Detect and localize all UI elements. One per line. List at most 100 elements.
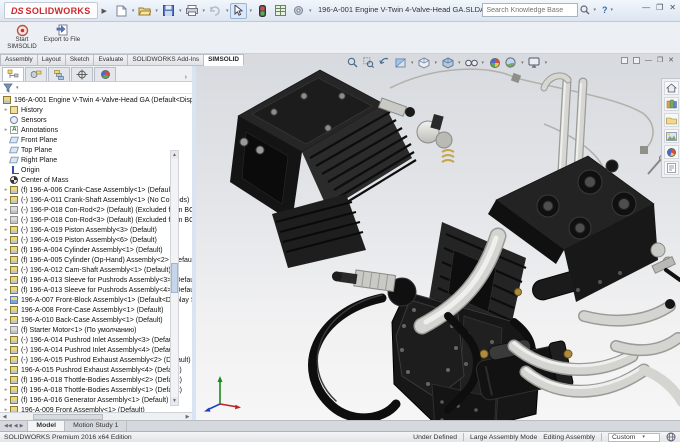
appearances-scenes-icon[interactable]	[663, 145, 679, 159]
expand-arrow-icon[interactable]: ▸	[2, 247, 10, 253]
featuremanager-tree-tab[interactable]	[2, 67, 24, 81]
panel-chevron-right-icon[interactable]: ›	[185, 74, 190, 81]
tree-item[interactable]: ▸ 196-A-015 Pushrod Exhaust Assembly<4> (…	[0, 365, 192, 375]
hscroll-thumb[interactable]	[33, 413, 103, 420]
tree-item[interactable]: ▸ (-) 196-A-015 Pushrod Exhaust Assembly<…	[0, 355, 192, 365]
expand-arrow-icon[interactable]: ▸	[2, 267, 10, 273]
tab-next-icon[interactable]: ▶	[20, 423, 24, 429]
scroll-right-icon[interactable]: ▶	[183, 414, 192, 420]
tree-item[interactable]: ▸ (f) 196-A-018 Thottle-Bodies Assembly<2…	[0, 375, 192, 385]
custom-dropdown[interactable]: Custom ▾	[608, 432, 660, 442]
display-style-icon[interactable]	[441, 56, 454, 69]
expand-arrow-icon[interactable]: ▸	[2, 307, 10, 313]
tab-layout[interactable]: Layout	[37, 54, 66, 66]
tab-solidworks-add-ins[interactable]: SOLIDWORKS Add-Ins	[128, 54, 205, 66]
tree-item[interactable]: Right Plane	[0, 155, 192, 165]
view-palette-icon[interactable]	[663, 129, 679, 143]
hide-show-items-icon[interactable]	[464, 56, 478, 69]
minimize-button[interactable]: —	[642, 4, 650, 12]
expand-arrow-icon[interactable]: ▸	[2, 297, 10, 303]
view-settings-icon[interactable]	[528, 56, 541, 69]
search-input[interactable]	[482, 3, 579, 17]
tree-item[interactable]: Sensors	[0, 115, 192, 125]
expand-arrow-icon[interactable]: ▸	[2, 207, 10, 213]
graphics-viewport[interactable]: ▾ ▾ ▾ ▾ ▾ ▾ — ❐ ✕	[196, 54, 680, 420]
options-gear-icon[interactable]	[290, 3, 307, 19]
dock-pane-2-icon[interactable]	[632, 56, 640, 64]
scene-caret-icon[interactable]: ▾	[521, 60, 524, 66]
tree-item[interactable]: ▸ (-) 196-A-011 Crank-Shaft Assembly<1> (…	[0, 195, 192, 205]
close-button[interactable]: ✕	[669, 4, 676, 12]
expand-arrow-icon[interactable]: ▸	[2, 237, 10, 243]
filter-funnel-icon[interactable]	[3, 83, 13, 93]
filter-caret-icon[interactable]: ▾	[16, 85, 19, 91]
tab-evaluate[interactable]: Evaluate	[94, 54, 129, 66]
configurationmanager-tab[interactable]	[48, 67, 70, 81]
tree-item[interactable]: ▸ (f) 196-A-006 Crank-Case Assembly<1> (D…	[0, 185, 192, 195]
zoom-to-area-icon[interactable]	[362, 56, 375, 69]
resources-home-icon[interactable]	[663, 81, 679, 95]
tree-item[interactable]: Front Plane	[0, 135, 192, 145]
new-document-icon[interactable]	[113, 3, 130, 19]
print-caret-icon[interactable]: ▾	[202, 8, 205, 14]
view-orientation-icon[interactable]	[418, 56, 431, 69]
zoom-to-fit-icon[interactable]	[346, 56, 359, 69]
expand-arrow-icon[interactable]: ▸	[2, 367, 10, 373]
menu-flyout-icon[interactable]: ▶	[102, 7, 107, 15]
expand-arrow-icon[interactable]: ▸	[2, 197, 10, 203]
doc-close-button[interactable]: ✕	[668, 56, 674, 64]
tree-item[interactable]: ▸ (-) 196-A-012 Cam-Shaft Assembly<1> (De…	[0, 265, 192, 275]
save-caret-icon[interactable]: ▾	[179, 8, 182, 14]
tree-item[interactable]: ▸ (-) 196-P-018 Con-Rod<3> (Default) (Exc…	[0, 215, 192, 225]
scroll-thumb[interactable]	[171, 263, 178, 293]
scroll-left-icon[interactable]: ◀	[0, 414, 9, 420]
tree-item[interactable]: ▸ (-) 196-A-014 Pushrod Inlet Assembly<4>…	[0, 345, 192, 355]
expand-arrow-icon[interactable]: ▸	[2, 387, 10, 393]
expand-arrow-icon[interactable]: ▸	[2, 187, 10, 193]
orientation-caret-icon[interactable]: ▾	[435, 60, 438, 66]
engine-model-3d[interactable]	[196, 54, 680, 420]
expand-arrow-icon[interactable]: ▸	[2, 107, 10, 113]
tree-item[interactable]: ▸ (f) 196-A-013 Sleeve for Pushrods Assem…	[0, 285, 192, 295]
tree-item[interactable]: ▸ History	[0, 105, 192, 115]
tree-item[interactable]: ▸ (f) 196-A-004 Cylinder Assembly<1> (Def…	[0, 245, 192, 255]
dimxpertmanager-tab[interactable]	[71, 67, 93, 81]
tab-prev-icon[interactable]: ◀	[14, 423, 18, 429]
hide-show-caret-icon[interactable]: ▾	[482, 60, 485, 66]
undo-caret-icon[interactable]: ▾	[226, 8, 229, 14]
undo-icon[interactable]	[207, 3, 224, 19]
dock-pane-1-icon[interactable]	[620, 56, 628, 64]
tab-model[interactable]: Model	[27, 421, 66, 431]
new-caret-icon[interactable]: ▾	[132, 8, 135, 14]
expand-arrow-icon[interactable]: ▸	[2, 277, 10, 283]
propertymanager-tab[interactable]	[25, 67, 47, 81]
restore-button[interactable]: ❐	[656, 4, 663, 12]
expand-arrow-icon[interactable]: ▸	[2, 287, 10, 293]
help-button[interactable]: ?	[602, 5, 608, 15]
tab-sketch[interactable]: Sketch	[65, 54, 95, 66]
tree-vertical-scrollbar[interactable]: ▲ ▼	[170, 150, 179, 406]
tree-item[interactable]: Origin	[0, 165, 192, 175]
search-icon[interactable]	[580, 5, 590, 15]
doc-restore-button[interactable]: ❐	[657, 56, 663, 64]
apply-scene-icon[interactable]	[504, 56, 517, 69]
tab-first-icon[interactable]: ◀◀	[4, 423, 12, 429]
expand-arrow-icon[interactable]: ▸	[2, 357, 10, 363]
tab-motion-study-1[interactable]: Motion Study 1	[65, 421, 128, 431]
tree-item[interactable]: Top Plane	[0, 145, 192, 155]
expand-arrow-icon[interactable]: ▸	[2, 317, 10, 323]
expand-arrow-icon[interactable]: ▸	[2, 377, 10, 383]
globe-icon[interactable]	[666, 432, 676, 442]
tree-item[interactable]: ▸ (f) 196-A-016 Generator Assembly<1> (De…	[0, 395, 192, 405]
expand-arrow-icon[interactable]: ▸	[2, 397, 10, 403]
tree-root-item[interactable]: 196-A-001 Engine V-Twin 4-Valve-Head GA …	[0, 95, 192, 105]
save-icon[interactable]	[160, 3, 177, 19]
tree-item[interactable]: Center of Mass	[0, 175, 192, 185]
tree-item[interactable]: ▸ (-) 196-A-014 Pushrod Inlet Assembly<3>…	[0, 335, 192, 345]
expand-arrow-icon[interactable]: ▸	[2, 257, 10, 263]
tab-simsolid[interactable]: SIMSOLID	[204, 54, 244, 66]
displaymanager-tab[interactable]	[94, 67, 116, 81]
select-cursor-icon[interactable]	[230, 2, 248, 19]
view-settings-caret-icon[interactable]: ▾	[545, 60, 548, 66]
scroll-up-icon[interactable]: ▲	[171, 151, 178, 159]
